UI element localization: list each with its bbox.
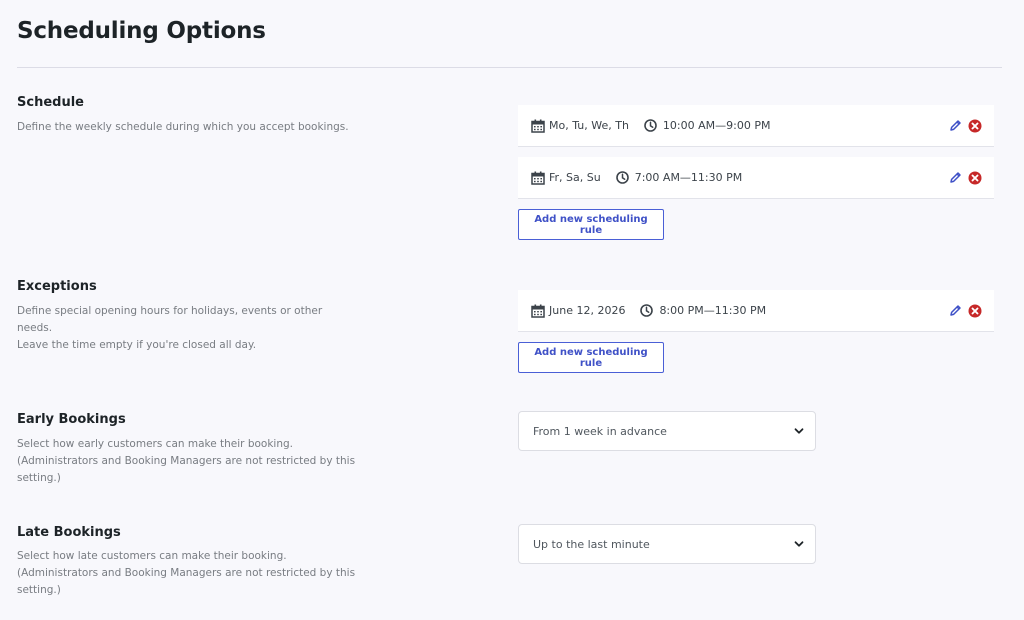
early-bookings-select[interactable]: From 1 week in advance bbox=[518, 411, 816, 451]
clock-icon bbox=[644, 119, 657, 132]
late-bookings-description-line: setting.) bbox=[17, 584, 61, 596]
chevron-down-icon bbox=[793, 425, 805, 437]
chevron-down-icon bbox=[793, 538, 805, 550]
late-bookings-description-line: (Administrators and Booking Managers are… bbox=[17, 567, 356, 579]
rule-time: 7:00 AM—11:30 PM bbox=[634, 171, 743, 184]
delete-x-icon[interactable] bbox=[968, 304, 982, 318]
exceptions-description-line: Leave the time empty if you're closed al… bbox=[17, 339, 257, 351]
exceptions-description-line: Define special opening hours for holiday… bbox=[17, 305, 323, 334]
early-bookings-description-line: Select how early customers can make thei… bbox=[17, 438, 294, 450]
late-bookings-selected-value: Up to the last minute bbox=[533, 537, 650, 551]
schedule-description-line: Define the weekly schedule during which … bbox=[17, 121, 349, 133]
rule-date: June 12, 2026 bbox=[549, 304, 626, 317]
early-bookings-description: Select how early customers can make thei… bbox=[17, 436, 357, 487]
early-bookings-description-line: (Administrators and Booking Managers are… bbox=[17, 455, 356, 467]
title-divider bbox=[17, 67, 1002, 68]
clock-icon bbox=[615, 171, 629, 184]
edit-pencil-icon[interactable] bbox=[949, 171, 962, 184]
schedule-rule-1: Mo, Tu, We, Th 10:00 AM—9:00 PM bbox=[518, 105, 994, 146]
calendar-icon bbox=[531, 304, 545, 318]
add-exception-rule-button[interactable]: Add new scheduling rule bbox=[518, 342, 664, 373]
rule-days: Fr, Sa, Su bbox=[549, 171, 601, 184]
schedule-rule-2: Fr, Sa, Su 7:00 AM—11:30 PM bbox=[518, 157, 994, 198]
rule-time: 10:00 AM—9:00 PM bbox=[662, 119, 771, 132]
late-bookings-title: Late Bookings bbox=[17, 525, 121, 540]
rule-time: 8:00 PM—11:30 PM bbox=[659, 304, 767, 317]
calendar-icon bbox=[531, 171, 545, 185]
exceptions-title: Exceptions bbox=[17, 279, 97, 294]
late-bookings-description: Select how late customers can make their… bbox=[17, 548, 357, 599]
rule-days: Mo, Tu, We, Th bbox=[549, 119, 629, 132]
delete-x-icon[interactable] bbox=[968, 119, 982, 133]
edit-pencil-icon[interactable] bbox=[949, 304, 962, 317]
late-bookings-select[interactable]: Up to the last minute bbox=[518, 524, 816, 564]
early-bookings-description-line: setting.) bbox=[17, 472, 61, 484]
late-bookings-description-line: Select how late customers can make their… bbox=[17, 550, 287, 562]
edit-pencil-icon[interactable] bbox=[949, 119, 962, 132]
early-bookings-title: Early Bookings bbox=[17, 412, 126, 427]
early-bookings-selected-value: From 1 week in advance bbox=[533, 424, 667, 438]
add-schedule-rule-button[interactable]: Add new scheduling rule bbox=[518, 209, 664, 240]
schedule-description: Define the weekly schedule during which … bbox=[17, 119, 357, 136]
schedule-title: Schedule bbox=[17, 95, 84, 110]
exception-rule-1: June 12, 2026 8:00 PM—11:30 PM bbox=[518, 290, 994, 331]
delete-x-icon[interactable] bbox=[968, 171, 982, 185]
calendar-icon bbox=[531, 119, 545, 133]
exceptions-description: Define special opening hours for holiday… bbox=[17, 303, 357, 354]
page-title: Scheduling Options bbox=[17, 18, 266, 44]
clock-icon bbox=[640, 304, 654, 317]
